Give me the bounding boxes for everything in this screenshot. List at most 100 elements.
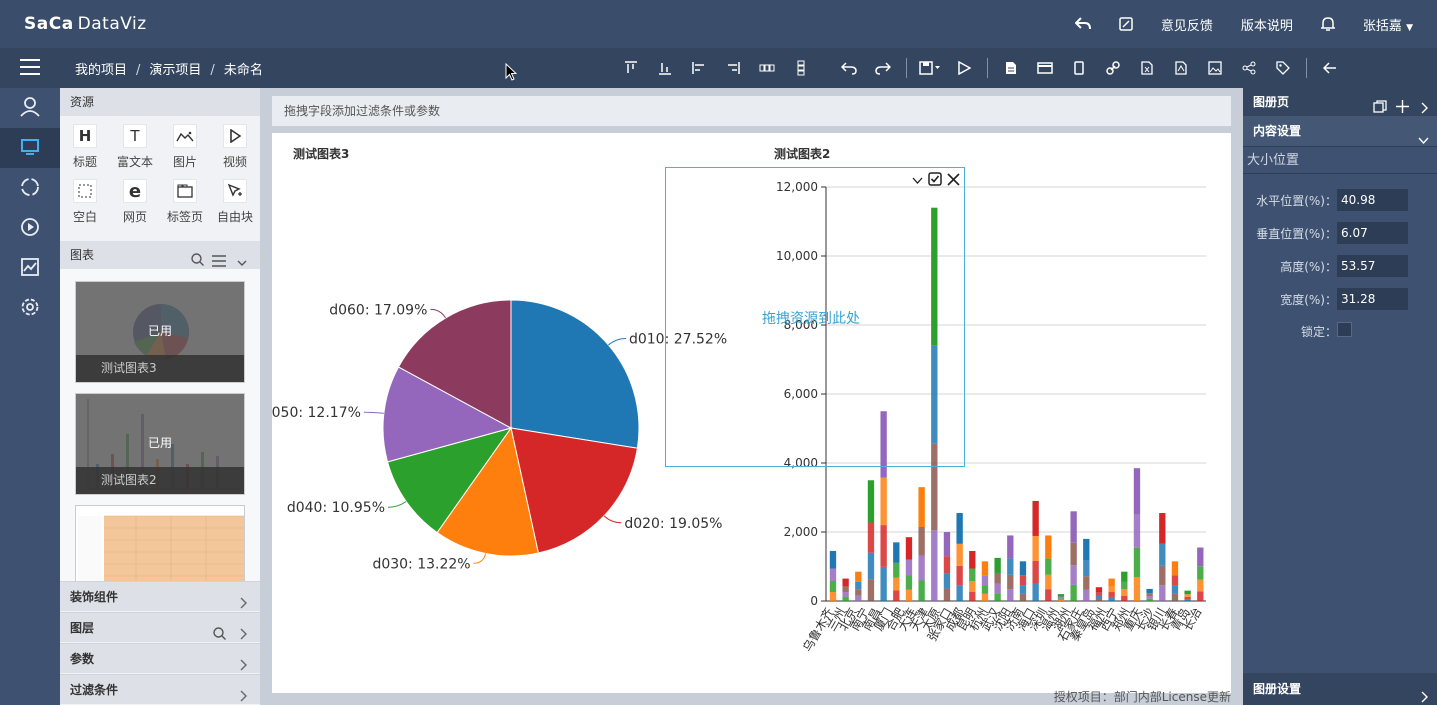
bar-segment[interactable] — [867, 480, 875, 523]
save-dropdown-icon[interactable] — [913, 61, 947, 75]
bar-segment[interactable] — [1057, 596, 1065, 599]
bar-segment[interactable] — [1184, 596, 1191, 600]
bar-segment[interactable] — [981, 585, 989, 594]
bar-segment[interactable] — [1184, 599, 1191, 601]
bar-segment[interactable] — [1121, 595, 1128, 601]
bar-segment[interactable] — [1133, 514, 1141, 548]
bar-segment[interactable] — [918, 487, 925, 527]
bar-segment[interactable] — [1159, 513, 1166, 544]
link-icon[interactable] — [1096, 61, 1130, 75]
checkbox-checked-icon[interactable] — [928, 172, 942, 189]
align-right-icon[interactable] — [716, 61, 750, 75]
bar-segment[interactable] — [943, 588, 951, 601]
breadcrumb-my-projects[interactable]: 我的项目 — [75, 63, 127, 78]
bell-icon[interactable] — [1307, 16, 1349, 32]
redo-icon[interactable] — [866, 61, 900, 75]
bar-segment[interactable] — [1121, 581, 1128, 590]
bar-segment[interactable] — [1197, 591, 1204, 601]
bar-segment[interactable] — [994, 572, 1001, 584]
bar-segment[interactable] — [855, 571, 862, 582]
align-top-icon[interactable] — [614, 61, 648, 75]
resource-image[interactable]: 图片 — [160, 124, 210, 179]
bar-segment[interactable] — [905, 559, 913, 576]
bar-segment[interactable] — [1133, 547, 1141, 578]
bar-segment[interactable] — [1184, 590, 1191, 595]
feedback-link[interactable]: 意见反馈 — [1147, 15, 1227, 34]
bar-segment[interactable] — [1171, 561, 1179, 576]
bar-segment[interactable] — [943, 532, 951, 557]
bar-segment[interactable] — [1019, 561, 1027, 576]
breadcrumb-demo-project[interactable]: 演示项目 — [149, 63, 201, 78]
undo-icon[interactable] — [832, 61, 866, 75]
drop-zone[interactable]: 拖拽资源到此处 — [665, 167, 965, 467]
bar-segment[interactable] — [867, 552, 875, 580]
bar-segment[interactable] — [956, 513, 963, 544]
design-canvas[interactable]: 测试图表3 测试图表2 d010: 27.52% d020: 19.05% d030… — [272, 133, 1231, 693]
bar-segment[interactable] — [1070, 584, 1077, 601]
thumb-chart3[interactable]: 已用 测试图表3 — [75, 281, 245, 383]
bar-segment[interactable] — [994, 593, 1001, 601]
bar-segment[interactable] — [1057, 598, 1065, 600]
bar-segment[interactable] — [1146, 598, 1153, 601]
bar-segment[interactable] — [969, 550, 976, 569]
chevron-down-icon[interactable] — [912, 174, 923, 188]
document-icon[interactable] — [994, 61, 1028, 75]
bar-segment[interactable] — [1159, 543, 1166, 566]
bar-segment[interactable] — [969, 580, 976, 592]
close-icon[interactable] — [947, 172, 960, 189]
bar-segment[interactable] — [1146, 593, 1153, 597]
bar-segment[interactable] — [956, 585, 963, 601]
bar-segment[interactable] — [842, 578, 849, 587]
bar-segment[interactable] — [1108, 596, 1115, 601]
bar-segment[interactable] — [829, 580, 837, 592]
bar-segment[interactable] — [1007, 589, 1014, 601]
bar-segment[interactable] — [1133, 468, 1141, 515]
bar-segment[interactable] — [994, 583, 1001, 594]
card-icon[interactable] — [1028, 62, 1062, 74]
bar-segment[interactable] — [1133, 577, 1141, 601]
resource-tabpage[interactable]: 标签页 — [160, 179, 210, 234]
album-settings-footer[interactable]: 图册设置 — [1243, 673, 1437, 705]
bar-segment[interactable] — [1159, 585, 1166, 601]
thumb-chart2[interactable]: 已用 测试图表2 — [75, 393, 245, 495]
bar-segment[interactable] — [1007, 535, 1014, 559]
bar-segment[interactable] — [943, 556, 951, 574]
back-arrow-icon[interactable] — [1061, 17, 1105, 31]
user-menu[interactable]: 张括嘉 ▼ — [1349, 15, 1427, 34]
bar-segment[interactable] — [1108, 586, 1115, 593]
decoration-section[interactable]: 装饰组件 — [60, 581, 260, 611]
bar-segment[interactable] — [893, 577, 900, 591]
bar-segment[interactable] — [829, 568, 837, 581]
filters-section[interactable]: 过滤条件 — [60, 674, 260, 704]
bar-segment[interactable] — [1045, 574, 1052, 590]
nav-settings[interactable] — [0, 288, 60, 328]
bar-segment[interactable] — [981, 593, 989, 601]
pdf-export-icon[interactable] — [1164, 61, 1198, 75]
bar-segment[interactable] — [1159, 565, 1166, 586]
bar-segment[interactable] — [1032, 500, 1039, 536]
bar-segment[interactable] — [829, 591, 837, 601]
bar-segment[interactable] — [1032, 535, 1039, 561]
bar-segment[interactable] — [1146, 588, 1153, 594]
bar-segment[interactable] — [842, 586, 849, 593]
bar-segment[interactable] — [842, 596, 849, 601]
nav-line-chart[interactable] — [0, 248, 60, 288]
bar-segment[interactable] — [1070, 542, 1077, 566]
tag-icon[interactable] — [1266, 61, 1300, 75]
bar-segment[interactable] — [855, 581, 862, 590]
bar-segment[interactable] — [1019, 593, 1027, 601]
thumb-table[interactable] — [75, 505, 245, 581]
bar-segment[interactable] — [893, 562, 900, 578]
resource-video[interactable]: 视频 — [210, 124, 260, 179]
bar-segment[interactable] — [1146, 596, 1153, 599]
bar-segment[interactable] — [1032, 560, 1039, 583]
pie-slice-d010[interactable] — [510, 299, 640, 449]
resource-blank[interactable]: 空白 — [60, 179, 110, 234]
align-bottom-icon[interactable] — [648, 61, 682, 75]
bar-segment[interactable] — [867, 579, 875, 601]
bar-segment[interactable] — [1095, 598, 1103, 601]
bar-segment[interactable] — [956, 565, 963, 586]
bar-segment[interactable] — [1095, 595, 1103, 599]
lock-checkbox[interactable] — [1337, 322, 1352, 337]
bar-segment[interactable] — [905, 589, 913, 601]
